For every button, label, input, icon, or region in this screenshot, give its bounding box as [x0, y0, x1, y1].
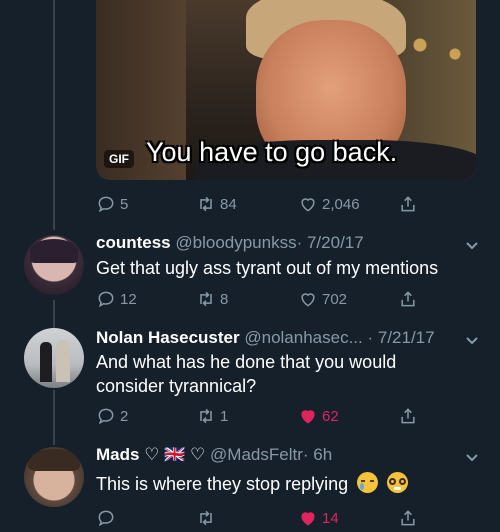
tweet-actions: 14: [96, 508, 426, 532]
share-icon: [401, 291, 415, 307]
retweet-button[interactable]: 8: [196, 289, 228, 309]
chevron-down-icon: [466, 337, 478, 345]
tweet-actions: 2 1 62: [96, 406, 426, 430]
like-button[interactable]: 702: [298, 289, 347, 309]
user-handle[interactable]: @nolanhasec...: [244, 328, 362, 347]
gif-caption: You have to go back.: [146, 137, 398, 167]
reply-button[interactable]: 2: [96, 406, 128, 426]
reply-count: 12: [120, 290, 137, 308]
thread-line: [53, 0, 55, 230]
retweet-icon: [200, 196, 212, 212]
share-icon: [401, 196, 415, 212]
tweet-menu-button[interactable]: [465, 450, 479, 464]
retweet-count: 1: [220, 407, 229, 425]
like-count: 62: [322, 407, 339, 425]
reply-button[interactable]: 5: [96, 194, 128, 214]
timestamp[interactable]: · 7/20/17: [297, 233, 364, 252]
reply-count: 2: [120, 407, 129, 425]
tweet-actions: 5 84 2,046: [96, 194, 426, 218]
tweet-text-line: consider tyrannical?: [96, 376, 257, 396]
nerd-face-emoji-icon: [387, 472, 409, 493]
tweet-text: Get that ugly ass tyrant out of my menti…: [96, 258, 439, 278]
tweet-text-line: And what has he done that you would: [96, 352, 397, 372]
name-decoration: ♡ 🇬🇧 ♡: [144, 445, 206, 464]
reply-icon: [98, 408, 114, 425]
like-button[interactable]: 2,046: [298, 194, 360, 214]
retweet-button[interactable]: 84: [196, 194, 237, 214]
share-icon: [401, 408, 415, 424]
retweet-icon: [200, 291, 212, 307]
retweet-count: 84: [220, 195, 237, 213]
reply-button[interactable]: 12: [96, 289, 137, 309]
tweet-header: countess @bloodypunkss· 7/20/17: [96, 233, 364, 253]
heart-icon: [301, 410, 315, 424]
tweet-menu-button[interactable]: [465, 333, 479, 347]
like-count: 2,046: [322, 195, 360, 213]
avatar-figure: [56, 340, 70, 382]
display-name[interactable]: countess: [96, 233, 171, 252]
tweet-menu-button[interactable]: [465, 238, 479, 252]
thread-line: [53, 390, 55, 445]
user-handle[interactable]: @MadsFeltr: [210, 445, 303, 464]
gif-badge: GIF: [104, 150, 134, 168]
heart-icon: [301, 512, 315, 526]
like-count: 14: [322, 509, 339, 527]
avatar[interactable]: [24, 328, 84, 388]
avatar-figure: [40, 342, 52, 382]
avatar-hair: [30, 239, 78, 263]
avatar[interactable]: [24, 235, 84, 295]
retweet-count: 8: [220, 290, 229, 308]
tweet-actions: 12 8 702: [96, 289, 426, 313]
display-name[interactable]: Mads: [96, 445, 139, 464]
reply-icon: [98, 196, 114, 213]
chevron-down-icon: [466, 454, 478, 462]
share-button[interactable]: [398, 289, 418, 309]
like-button[interactable]: 14: [298, 508, 339, 528]
reply-button[interactable]: [96, 508, 120, 528]
like-count: 702: [322, 290, 348, 308]
heart-icon: [301, 198, 315, 212]
tweet-text: And what has he done that you would cons…: [96, 350, 456, 398]
tweet-header: Nolan Hasecuster @nolanhasec... · 7/21/1…: [96, 328, 435, 348]
retweet-icon: [200, 510, 212, 526]
chevron-down-icon: [466, 242, 478, 250]
tweet-text: This is where they stop replying: [96, 472, 456, 496]
timestamp[interactable]: · 6h: [303, 445, 332, 464]
tweet-header: Mads ♡ 🇬🇧 ♡ @MadsFeltr· 6h: [96, 445, 332, 465]
display-name[interactable]: Nolan Hasecuster: [96, 328, 240, 347]
reply-icon: [98, 291, 114, 308]
like-button[interactable]: 62: [298, 406, 339, 426]
tweet-text-content: This is where they stop replying: [96, 474, 349, 494]
retweet-button[interactable]: [196, 508, 220, 528]
reply-count: 5: [120, 195, 129, 213]
avatar[interactable]: [24, 447, 84, 507]
share-button[interactable]: [398, 194, 418, 214]
crying-face-emoji-icon: [357, 472, 379, 493]
share-button[interactable]: [398, 508, 418, 528]
share-icon: [401, 510, 415, 526]
reply-icon: [98, 510, 114, 527]
avatar-hair: [28, 449, 80, 471]
thread-line: [53, 300, 55, 328]
heart-icon: [301, 293, 315, 307]
user-handle[interactable]: @bloodypunkss: [175, 233, 296, 252]
retweet-button[interactable]: 1: [196, 406, 228, 426]
timestamp[interactable]: · 7/21/17: [367, 328, 434, 347]
share-button[interactable]: [398, 406, 418, 426]
retweet-icon: [200, 408, 212, 424]
